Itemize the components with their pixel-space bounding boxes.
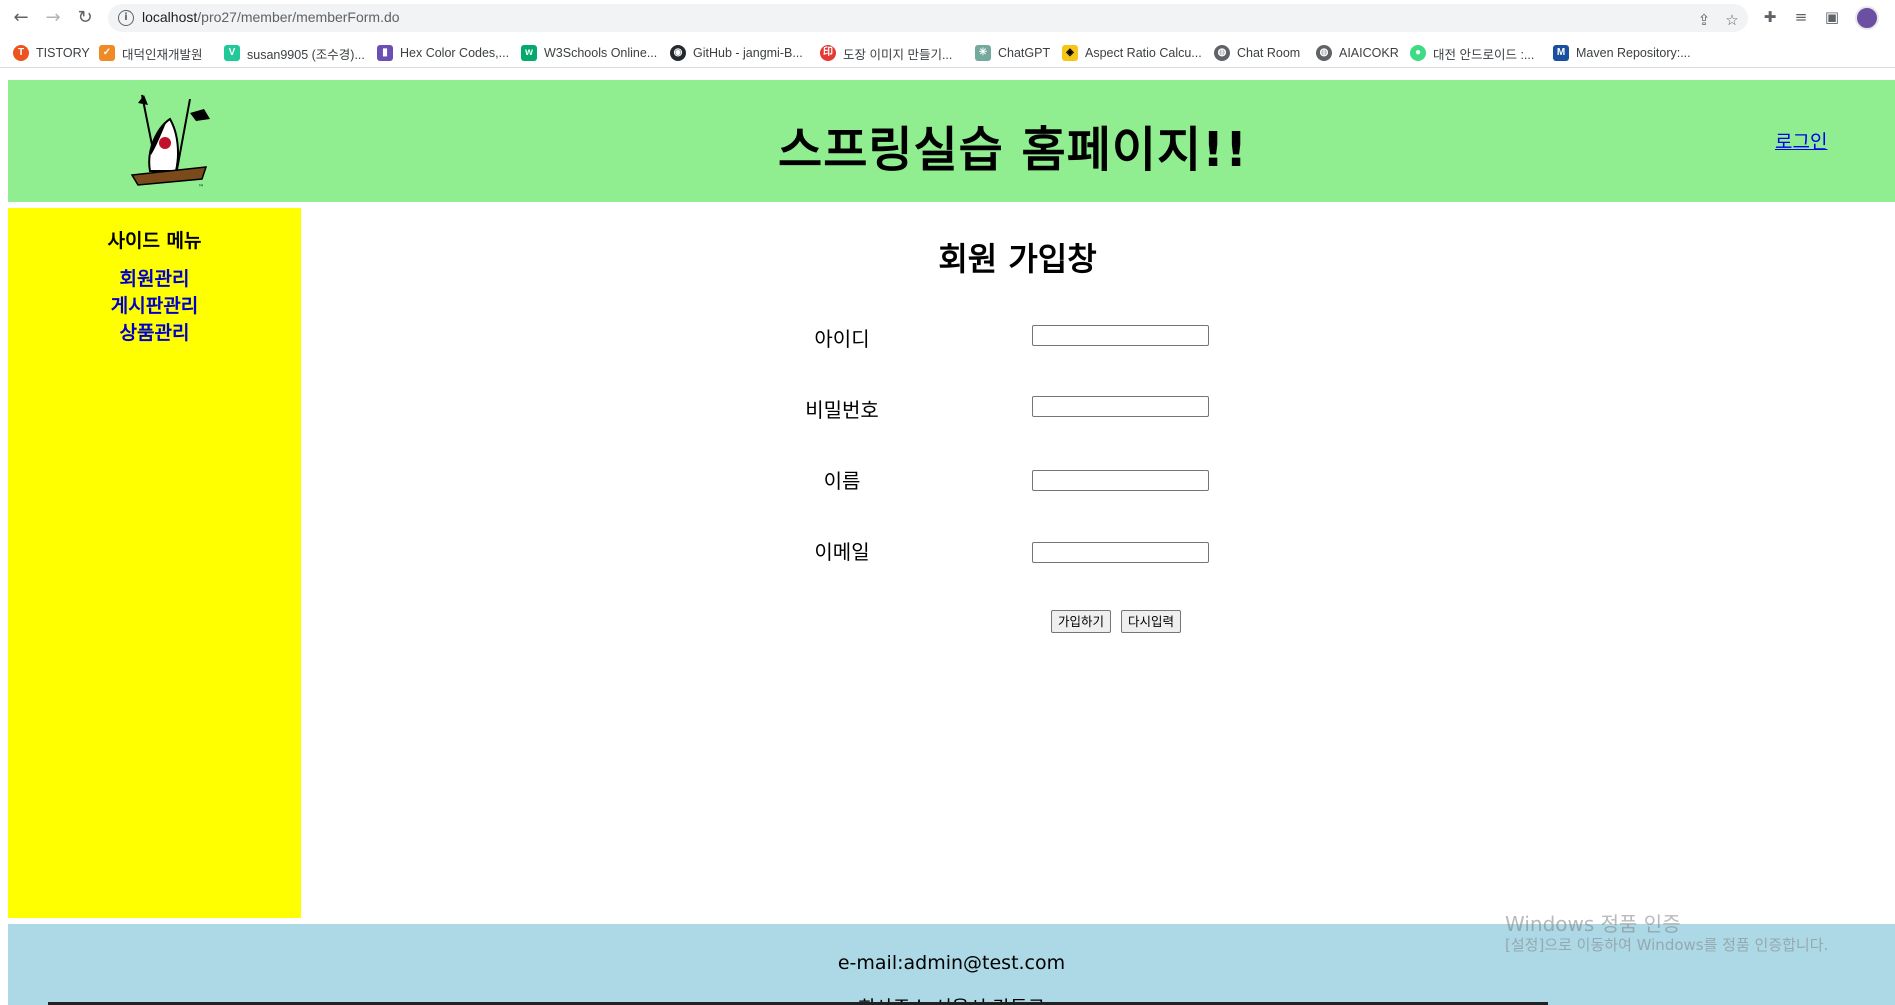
bookmark-item[interactable]: ✓ 대덕인재개발원: [99, 44, 203, 62]
sidebar-item-member-management[interactable]: 회원관리: [8, 266, 301, 293]
bookmark-label: Maven Repository:...: [1576, 46, 1691, 60]
bookmark-label: 대전 안드로이드 :...: [1433, 47, 1535, 62]
sidebar-item-product-management[interactable]: 상품관리: [8, 320, 301, 347]
email-label: 이메일: [814, 540, 870, 564]
email-input[interactable]: [1032, 542, 1209, 563]
check-icon: ✓: [99, 45, 115, 61]
bookmark-label: susan9905 (조수경)...: [247, 47, 365, 62]
svg-text:™: ™: [198, 184, 204, 191]
url-path: /pro27/member/memberForm.do: [197, 9, 400, 25]
stamp-icon: 印: [820, 45, 836, 61]
activation-watermark-subtitle: [설정]으로 이동하여 Windows를 정품 인증합니다.: [1505, 936, 1829, 954]
bookmarks-bar: T TISTORY ✓ 대덕인재개발원 Vsusan9905 (조수경)... ▮ H…: [0, 38, 1895, 68]
url-host: localhost: [142, 9, 198, 25]
sidebar-title: 사이드 메뉴: [107, 230, 202, 252]
extensions-icon[interactable]: ✚: [1760, 7, 1780, 27]
sidebar-item-board-management[interactable]: 게시판관리: [8, 293, 301, 320]
reload-icon[interactable]: ↻: [73, 6, 97, 30]
id-label: 아이디: [814, 327, 870, 351]
share-icon[interactable]: ⇪: [1694, 10, 1714, 30]
form-title: 회원 가입창: [938, 240, 1097, 278]
browser-toolbar: ← → ↻ i localhost/pro27/member/memberFor…: [0, 0, 1895, 36]
site-title: 스프링실습 홈페이지!!: [778, 122, 1248, 178]
url-text[interactable]: localhost/pro27/member/memberForm.do: [142, 9, 400, 25]
chatgpt-icon: ✳: [975, 45, 991, 61]
bookmark-label: 도장 이미지 만들기...: [843, 47, 953, 62]
bookmark-item[interactable]: Vsusan9905 (조수경)...: [224, 44, 365, 62]
bookmark-item[interactable]: ✳ ChatGPT: [975, 44, 1050, 62]
android-icon: ●: [1410, 45, 1426, 61]
bookmark-item[interactable]: T TISTORY: [13, 44, 90, 62]
back-icon[interactable]: ←: [9, 6, 33, 30]
login-link[interactable]: 로그인: [1775, 127, 1827, 154]
velog-icon: V: [224, 45, 240, 61]
activation-watermark-title: Windows 정품 인증: [1505, 912, 1681, 936]
bookmark-label: Hex Color Codes,...: [400, 46, 510, 60]
sidebar: 사이드 메뉴 회원관리 게시판관리 상품관리: [8, 208, 301, 918]
forward-icon[interactable]: →: [41, 6, 65, 30]
name-input[interactable]: [1032, 470, 1209, 491]
tistory-icon: T: [13, 45, 29, 61]
bookmark-label: 대덕인재개발원: [122, 47, 203, 62]
submit-button[interactable]: 가입하기: [1051, 610, 1112, 633]
bookmark-star-icon[interactable]: ☆: [1722, 10, 1742, 30]
main-content: 회원 가입창 아이디 비밀번호 이름 이메일 가입하기 다시입력: [301, 208, 1895, 918]
aspect-ratio-icon: ◈: [1062, 45, 1078, 61]
bookmark-label: AIAICOKR: [1339, 46, 1399, 60]
maven-icon: M: [1553, 45, 1569, 61]
github-icon: ◉: [670, 45, 686, 61]
w3schools-icon: w: [521, 45, 537, 61]
side-panel-icon[interactable]: ▣: [1822, 7, 1842, 27]
address-bar[interactable]: i localhost/pro27/member/memberForm.do ⇪…: [108, 4, 1748, 32]
globe-icon: ◍: [1214, 45, 1230, 61]
bookmark-item[interactable]: w W3Schools Online...: [521, 44, 657, 62]
password-label: 비밀번호: [805, 398, 879, 422]
bookmark-item[interactable]: ◉ GitHub - jangmi-B...: [670, 44, 803, 62]
site-header: ™ 스프링실습 홈페이지!! 로그인: [8, 80, 1895, 202]
sidebar-menu: 회원관리 게시판관리 상품관리: [8, 266, 301, 347]
id-input[interactable]: [1032, 325, 1209, 346]
bookmark-item[interactable]: 印 도장 이미지 만들기...: [820, 44, 952, 62]
password-input[interactable]: [1032, 396, 1209, 417]
bookmark-label: GitHub - jangmi-B...: [693, 46, 803, 60]
bookmark-item[interactable]: ◍ Chat Room: [1214, 44, 1300, 62]
name-label: 이름: [823, 469, 861, 493]
profile-avatar-icon[interactable]: [1855, 6, 1879, 30]
bookmark-label: Chat Room: [1237, 46, 1301, 60]
bookmark-label: TISTORY: [36, 46, 90, 60]
bookmark-item[interactable]: ◍ AIAICOKR: [1316, 44, 1399, 62]
bookmark-label: Aspect Ratio Calcu...: [1085, 46, 1202, 60]
bookmark-label: ChatGPT: [998, 46, 1051, 60]
bookmark-label: W3Schools Online...: [544, 46, 658, 60]
bookmark-item[interactable]: ▮ Hex Color Codes,...: [377, 44, 509, 62]
bookmark-item[interactable]: M Maven Repository:...: [1553, 44, 1691, 62]
footer-email: e-mail:admin@test.com: [837, 952, 1066, 974]
reading-list-icon[interactable]: ≡: [1791, 7, 1811, 27]
globe-icon: ◍: [1316, 45, 1332, 61]
site-info-icon[interactable]: i: [118, 10, 134, 26]
bookmark-item[interactable]: ◈ Aspect Ratio Calcu...: [1062, 44, 1202, 62]
bookmark-item[interactable]: ● 대전 안드로이드 :...: [1410, 44, 1534, 62]
color-palette-icon: ▮: [377, 45, 393, 61]
reset-button[interactable]: 다시입력: [1121, 610, 1182, 633]
